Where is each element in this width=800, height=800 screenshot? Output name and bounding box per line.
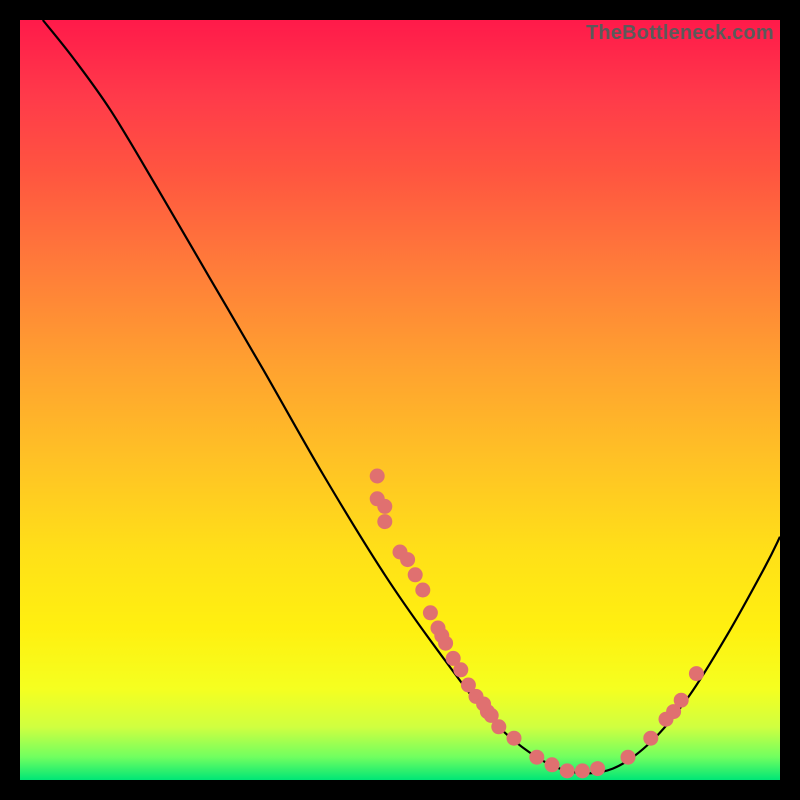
bottleneck-curve — [43, 20, 780, 773]
data-point — [560, 763, 575, 778]
plot-area: TheBottleneck.com — [20, 20, 780, 780]
data-point — [621, 750, 636, 765]
data-point — [377, 499, 392, 514]
chart-svg — [20, 20, 780, 780]
data-point — [453, 662, 468, 677]
data-point — [423, 605, 438, 620]
data-point — [377, 514, 392, 529]
data-point — [400, 552, 415, 567]
data-point — [643, 731, 658, 746]
data-point — [491, 719, 506, 734]
scatter-dots — [370, 469, 704, 779]
data-point — [370, 469, 385, 484]
data-point — [545, 757, 560, 772]
data-point — [408, 567, 423, 582]
data-point — [575, 763, 590, 778]
data-point — [529, 750, 544, 765]
data-point — [689, 666, 704, 681]
data-point — [674, 693, 689, 708]
chart-container: TheBottleneck.com — [0, 0, 800, 800]
data-point — [590, 761, 605, 776]
data-point — [438, 636, 453, 651]
data-point — [507, 731, 522, 746]
data-point — [415, 583, 430, 598]
